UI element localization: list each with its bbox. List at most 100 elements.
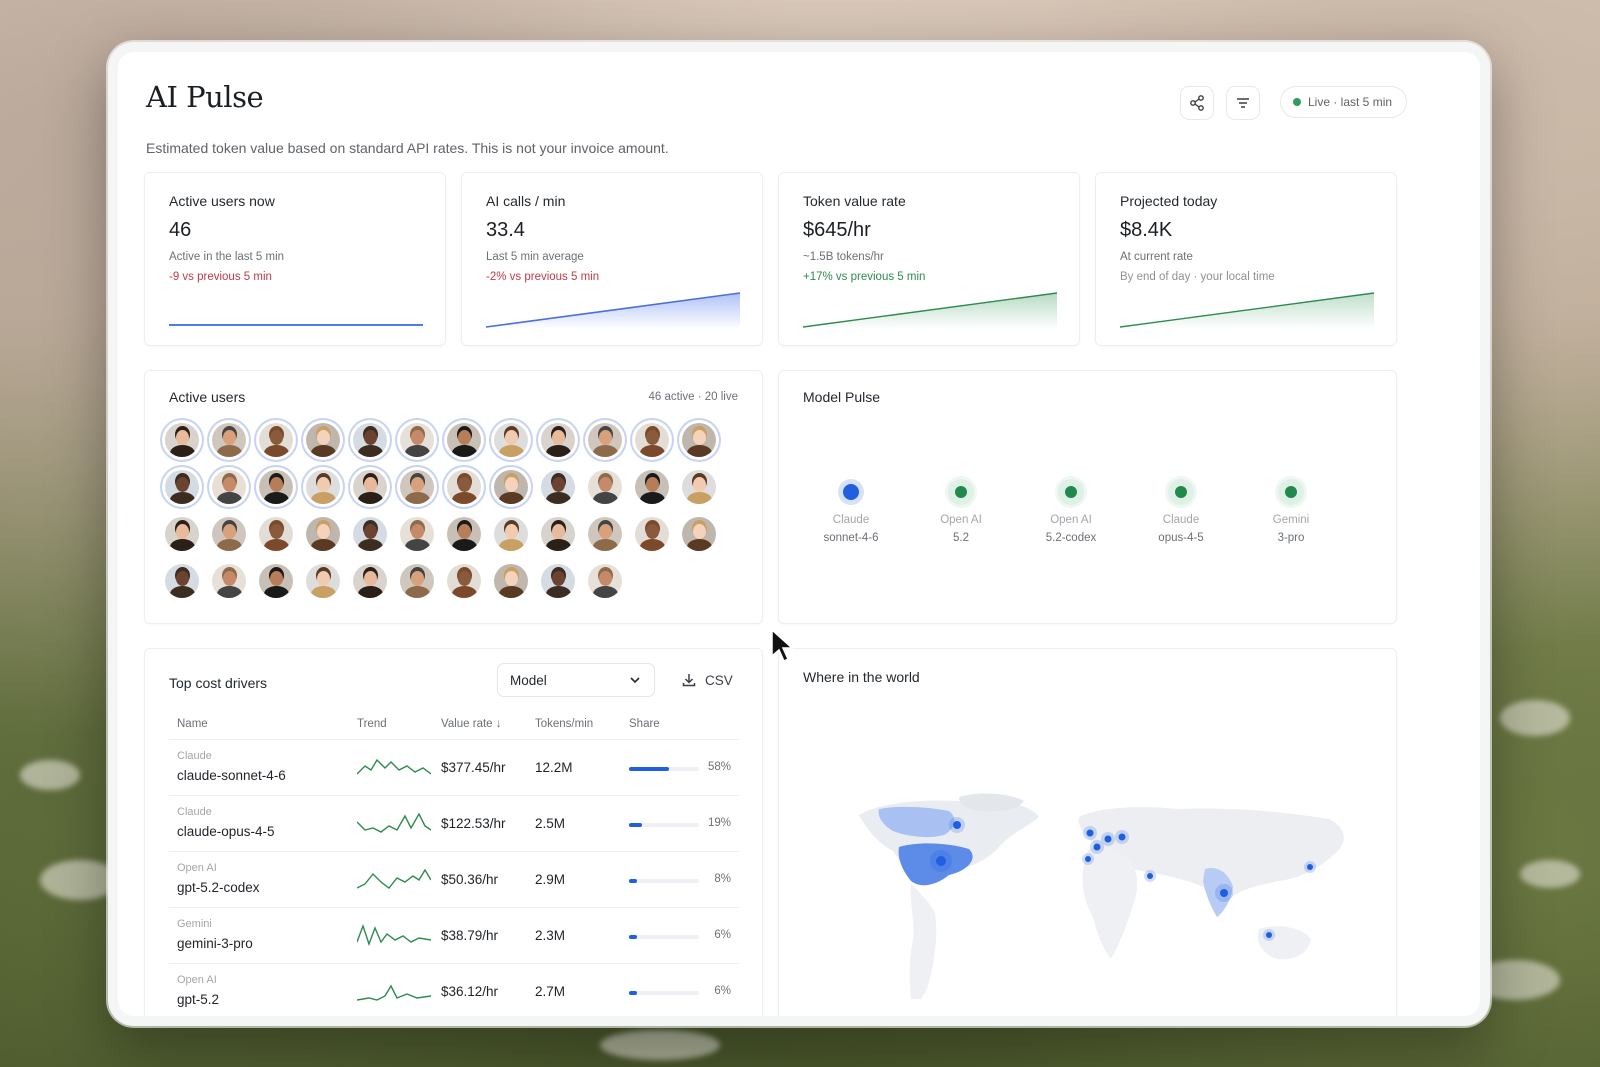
column-header-value-rate[interactable]: Value rate ↓ [441, 718, 502, 730]
filter-icon [1237, 98, 1249, 108]
share-button[interactable] [1180, 86, 1214, 120]
live-label: Live · last 5 min [1308, 95, 1393, 109]
world-map[interactable] [849, 789, 1369, 999]
avatar[interactable] [306, 517, 340, 551]
column-header-trend[interactable]: Trend [357, 718, 387, 730]
avatar[interactable] [541, 564, 575, 598]
row-model: claude-opus-4-5 [177, 824, 275, 839]
live-dot-icon [1293, 98, 1301, 106]
avatar[interactable] [588, 517, 622, 551]
download-icon [682, 674, 696, 687]
table-row[interactable]: Open AI gpt-5.2 $36.12/hr 2.7M 6% [169, 963, 739, 1016]
model-pulse-item[interactable]: Open AI 5.2-codex [1026, 479, 1116, 547]
cost-drivers-panel: Top cost drivers Model CSV Name Trend Va… [144, 648, 763, 1016]
model-pulse-item[interactable]: Gemini 3-pro [1246, 479, 1336, 547]
avatar[interactable] [400, 470, 434, 504]
avatar[interactable] [353, 564, 387, 598]
avatar[interactable] [635, 470, 669, 504]
avatar[interactable] [353, 470, 387, 504]
stat-delta: -9 vs previous 5 min [169, 271, 272, 283]
avatar[interactable] [447, 470, 481, 504]
trend-sparkline [357, 758, 431, 775]
stat-value: $645/hr [803, 219, 871, 241]
avatar[interactable] [306, 423, 340, 457]
avatar[interactable] [635, 423, 669, 457]
avatar[interactable] [447, 564, 481, 598]
avatar[interactable] [353, 423, 387, 457]
stat-note: ~1.5B tokens/hr [803, 251, 884, 263]
model-pulse-item[interactable]: Open AI 5.2 [916, 479, 1006, 547]
stat-card-active-users: Active users now 46 Active in the last 5… [144, 172, 446, 346]
mouse-cursor-icon [771, 628, 794, 663]
avatar[interactable] [400, 564, 434, 598]
row-value-rate: $377.45/hr [441, 760, 506, 775]
avatar[interactable] [165, 470, 199, 504]
stat-card-ai-calls: AI calls / min 33.4 Last 5 min average -… [461, 172, 763, 346]
row-model: claude-sonnet-4-6 [177, 768, 286, 783]
avatar[interactable] [212, 423, 246, 457]
avatar[interactable] [259, 423, 293, 457]
table-row[interactable]: Open AI gpt-5.2-codex $50.36/hr 2.9M 8% [169, 851, 739, 907]
share-bar [629, 935, 699, 939]
model-pulse-item[interactable]: Claude sonnet-4-6 [806, 479, 896, 547]
avatar[interactable] [212, 470, 246, 504]
avatar[interactable] [306, 470, 340, 504]
column-header-name[interactable]: Name [177, 718, 208, 730]
avatar[interactable] [306, 564, 340, 598]
csv-export-button[interactable]: CSV [675, 663, 739, 697]
table-row[interactable]: Claude claude-opus-4-5 $122.53/hr 2.5M 1… [169, 795, 739, 851]
avatar[interactable] [400, 517, 434, 551]
column-header-share[interactable]: Share [629, 718, 660, 730]
pulse-model: 5.2-codex [1045, 532, 1097, 544]
avatar[interactable] [682, 423, 716, 457]
avatar[interactable] [494, 423, 528, 457]
dropdown-value: Model [510, 672, 547, 688]
live-status-pill[interactable]: Live · last 5 min [1280, 86, 1408, 118]
avatar[interactable] [259, 470, 293, 504]
avatar[interactable] [400, 423, 434, 457]
trend-sparkline [357, 868, 431, 889]
avatar[interactable] [259, 517, 293, 551]
stat-label: Projected today [1120, 193, 1218, 209]
avatar[interactable] [541, 517, 575, 551]
row-value-rate: $36.12/hr [441, 984, 499, 999]
sparkline-active-users [169, 324, 423, 326]
trend-sparkline [357, 923, 431, 947]
row-value-rate: $50.36/hr [441, 872, 499, 887]
avatar[interactable] [212, 564, 246, 598]
stat-note: Active in the last 5 min [169, 251, 285, 263]
cost-drivers-title: Top cost drivers [169, 675, 268, 691]
row-share: 8% [714, 873, 731, 885]
avatar[interactable] [212, 517, 246, 551]
avatar[interactable] [588, 470, 622, 504]
avatar[interactable] [259, 564, 293, 598]
avatar[interactable] [494, 470, 528, 504]
avatar[interactable] [494, 517, 528, 551]
avatar[interactable] [165, 564, 199, 598]
avatar[interactable] [682, 517, 716, 551]
page-title: AI Pulse [146, 80, 264, 114]
avatar[interactable] [541, 423, 575, 457]
avatar[interactable] [588, 564, 622, 598]
avatar[interactable] [635, 517, 669, 551]
avatar[interactable] [165, 423, 199, 457]
avatar[interactable] [541, 470, 575, 504]
avatar[interactable] [447, 423, 481, 457]
table-row[interactable]: Gemini gemini-3-pro $38.79/hr 2.3M 6% [169, 907, 739, 963]
row-provider: Claude [177, 750, 212, 762]
avatar[interactable] [353, 517, 387, 551]
pulse-dot-icon [1168, 479, 1194, 505]
pulse-model: opus-4-5 [1158, 532, 1204, 544]
filter-button[interactable] [1226, 86, 1260, 120]
avatar[interactable] [494, 564, 528, 598]
avatar[interactable] [682, 470, 716, 504]
avatar[interactable] [588, 423, 622, 457]
group-by-dropdown[interactable]: Model [497, 663, 655, 697]
table-row[interactable]: Claude claude-sonnet-4-6 $377.45/hr 12.2… [169, 739, 739, 795]
avatar[interactable] [447, 517, 481, 551]
column-header-tokens[interactable]: Tokens/min [535, 718, 593, 730]
row-tokens: 12.2M [535, 760, 573, 775]
avatar[interactable] [165, 517, 199, 551]
model-pulse-item[interactable]: Claude opus-4-5 [1136, 479, 1226, 547]
pulse-dot-icon [1058, 479, 1084, 505]
